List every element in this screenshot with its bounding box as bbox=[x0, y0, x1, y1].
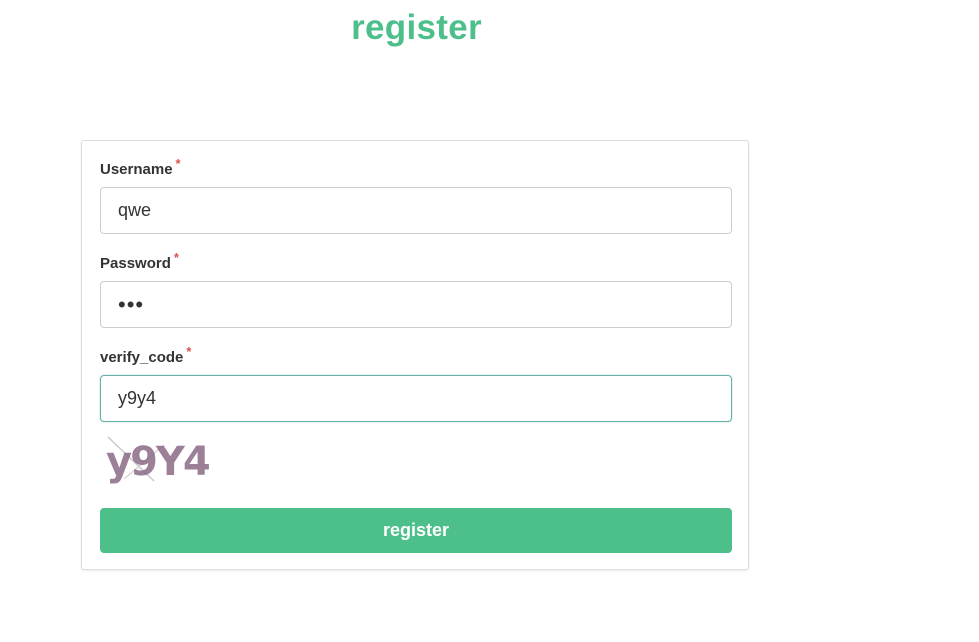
password-input[interactable] bbox=[100, 281, 732, 328]
verify-code-input[interactable] bbox=[100, 375, 732, 422]
required-asterisk: * bbox=[173, 250, 179, 265]
password-label: Password * bbox=[100, 250, 179, 272]
verify-code-label-text: verify_code bbox=[100, 349, 184, 366]
password-label-text: Password bbox=[100, 255, 171, 272]
required-asterisk: * bbox=[186, 344, 192, 359]
register-button[interactable]: register bbox=[100, 508, 732, 553]
captcha-text: y9Y4 bbox=[106, 439, 209, 485]
captcha-image[interactable]: y9Y4 bbox=[104, 431, 224, 486]
username-input[interactable] bbox=[100, 187, 732, 234]
register-form-panel: Username* Password* verify_code* y9Y4 re… bbox=[81, 140, 749, 570]
required-asterisk: * bbox=[175, 156, 181, 171]
username-label-text: Username bbox=[100, 161, 173, 178]
username-label: Username * bbox=[100, 156, 181, 178]
verify-code-label: verify_code * bbox=[100, 344, 191, 366]
page-title: register bbox=[351, 8, 482, 47]
